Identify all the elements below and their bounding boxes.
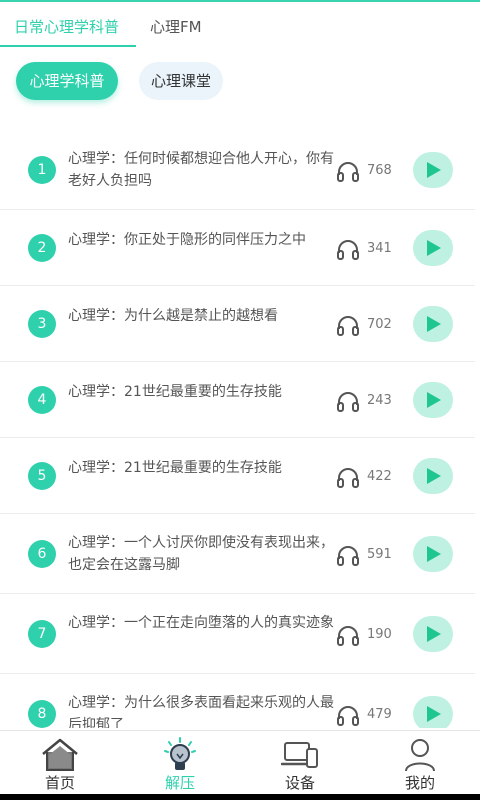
item-title: 心理学：你正处于隐形的同伴压力之中: [68, 232, 306, 248]
play-icon: [427, 706, 441, 722]
nav-relax-label: 解压: [164, 774, 195, 792]
item-title: 心理学：21世纪最重要的生存技能: [68, 460, 282, 476]
play-button[interactable]: [413, 152, 453, 188]
item-title: 心理学：任何时候都想迎合他人开心，你有老好人负担吗: [68, 151, 334, 189]
play-button[interactable]: [413, 458, 453, 494]
nav-home[interactable]: 首页: [0, 731, 120, 799]
listen-count: 190: [367, 627, 392, 642]
devices-icon: [281, 742, 318, 768]
lightbulb-icon: [164, 737, 196, 770]
item-title: 心理学：为什么很多表面看起来乐观的人最后抑郁了: [68, 695, 334, 728]
play-button[interactable]: [413, 230, 453, 266]
play-icon: [427, 468, 441, 484]
item-number: 8: [28, 700, 56, 728]
play-icon: [427, 392, 441, 408]
item-number: 7: [28, 620, 56, 648]
headphone-icon: [337, 316, 359, 336]
item-number: 6: [28, 540, 56, 568]
headphone-icon: [337, 162, 359, 182]
play-button[interactable]: [413, 382, 453, 418]
item-title: 心理学：一个人讨厌你即使没有表现出来，也定会在这露马脚: [68, 535, 334, 573]
list-item[interactable]: 3 心理学：为什么越是禁止的越想看 702: [0, 286, 480, 362]
play-icon: [427, 316, 441, 332]
item-title: 心理学：一个正在走向堕落的人的真实迹象: [68, 615, 334, 631]
listen-count: 768: [367, 163, 392, 178]
headphone-icon: [337, 392, 359, 412]
headphone-icon: [337, 626, 359, 646]
active-tab-indicator: [0, 45, 136, 47]
item-title: 心理学：21世纪最重要的生存技能: [68, 384, 282, 400]
play-icon: [427, 162, 441, 178]
item-number: 2: [28, 234, 56, 262]
play-icon: [427, 626, 441, 642]
headphone-icon: [337, 546, 359, 566]
list-item[interactable]: 7 心理学：一个正在走向堕落的人的真实迹象 190: [0, 594, 480, 674]
list-item[interactable]: 6 心理学：一个人讨厌你即使没有表现出来，也定会在这露马脚 591: [0, 514, 480, 594]
user-icon: [405, 739, 435, 772]
headphone-icon: [337, 468, 359, 488]
list-item[interactable]: 2 心理学：你正处于隐形的同伴压力之中 341: [0, 210, 480, 286]
article-list: 1 心理学：任何时候都想迎合他人开心，你有老好人负担吗 768 2 心理学：你正…: [0, 130, 480, 728]
item-number: 1: [28, 156, 56, 184]
listen-count: 341: [367, 241, 392, 256]
nav-relax[interactable]: 解压: [120, 731, 240, 799]
play-button[interactable]: [413, 306, 453, 342]
headphone-icon: [337, 706, 359, 726]
nav-devices[interactable]: 设备: [240, 731, 360, 799]
list-item[interactable]: 8 心理学：为什么很多表面看起来乐观的人最后抑郁了 479: [0, 674, 480, 728]
system-bottom-bar: [0, 794, 480, 800]
list-item[interactable]: 5 心理学：21世纪最重要的生存技能 422: [0, 438, 480, 514]
listen-count: 479: [367, 707, 392, 722]
tab-daily-psychology[interactable]: 日常心理学科普: [14, 16, 119, 37]
nav-devices-label: 设备: [284, 774, 315, 792]
play-button[interactable]: [413, 696, 453, 728]
item-number: 4: [28, 386, 56, 414]
listen-count: 243: [367, 393, 392, 408]
play-icon: [427, 546, 441, 562]
headphone-icon: [337, 240, 359, 260]
listen-count: 591: [367, 547, 392, 562]
listen-count: 422: [367, 469, 392, 484]
chip-psychology-class[interactable]: 心理课堂: [139, 62, 223, 100]
item-title: 心理学：为什么越是禁止的越想看: [68, 308, 278, 324]
home-icon: [42, 738, 78, 771]
list-item[interactable]: 4 心理学：21世纪最重要的生存技能 243: [0, 362, 480, 438]
category-tabs: 日常心理学科普 心理FM: [0, 2, 480, 47]
item-number: 5: [28, 462, 56, 490]
nav-home-label: 首页: [44, 774, 75, 792]
tab-psychology-fm[interactable]: 心理FM: [150, 16, 202, 37]
play-icon: [427, 240, 441, 256]
bottom-navigation: 首页 解压 设备 我的: [0, 730, 480, 800]
nav-mine-label: 我的: [404, 774, 435, 792]
listen-count: 702: [367, 317, 392, 332]
list-item[interactable]: 1 心理学：任何时候都想迎合他人开心，你有老好人负担吗 768: [0, 130, 480, 210]
item-number: 3: [28, 310, 56, 338]
play-button[interactable]: [413, 536, 453, 572]
play-button[interactable]: [413, 616, 453, 652]
nav-mine[interactable]: 我的: [360, 731, 480, 799]
chip-psychology-science[interactable]: 心理学科普: [16, 62, 118, 100]
